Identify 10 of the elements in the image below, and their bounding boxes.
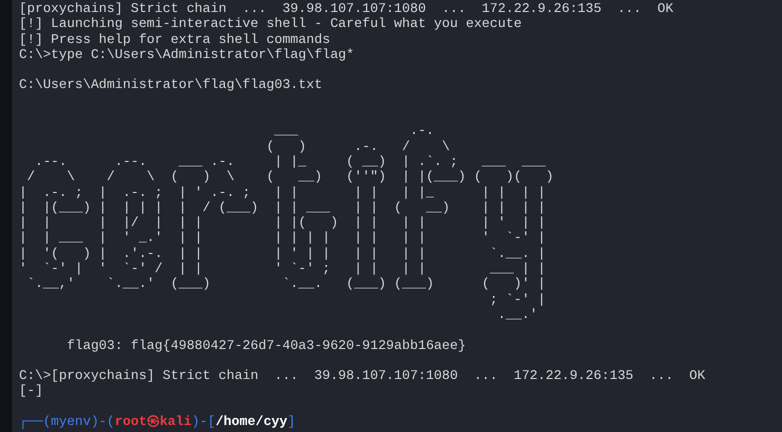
shell-prompt: ┌──(myenv)-(root㉿kali)-[/home/cyy] [19,414,296,430]
output-line: [proxychains] Strict chain ... 39.98.107.107:1080 ... 172.22.9.26:135 ... OK [19,1,674,16]
output-line: flag03: flag{49880427-26d7-40a3-9620-9129abb16aee} [66,338,466,353]
ascii-art-text: ___ .-. ( ) .-. / \ .--. .--. ___ .-. | |_ ( __) | .`. ; ___ ___ / \ / \ ( ) \ ( __) (''") | |(___) ( )( ) | .-. ; | .-. ; | ' .-. ; | | | | | |_ | | | | | |(___) | | | | | / (___) | | ___ | | ( __) | | | | | | | |/ | | | | |( ) | | | | | ' | | | | ___ | ' _.' | | | | | | | | | | ' `-' | | '( ) | .'.-. | | | ' | | | | | | `.__. | ' `-' | ' `-' / | | ' `-' ; | | | | ___ | | `.__,' `.__.' (___) `.__. (___) (___) ( )' | ; `-' | .__.' [19,123,554,322]
output-line: C:\Users\Administrator\flag\flag03.txt [19,77,322,93]
output-line: [-] [19,383,43,399]
output-line: C:\>[proxychains] Strict chain ... 39.98.107.107:1080 ... 172.22.9.26:135 ... OK [19,368,706,384]
command-line: C:\>type C:\Users\Administrator\flag\flag* [19,46,354,62]
output-line: [!] Launching semi-interactive shell - Careful what you execute [19,16,522,32]
output-line: [!] Press help for extra shell commands [19,32,330,47]
